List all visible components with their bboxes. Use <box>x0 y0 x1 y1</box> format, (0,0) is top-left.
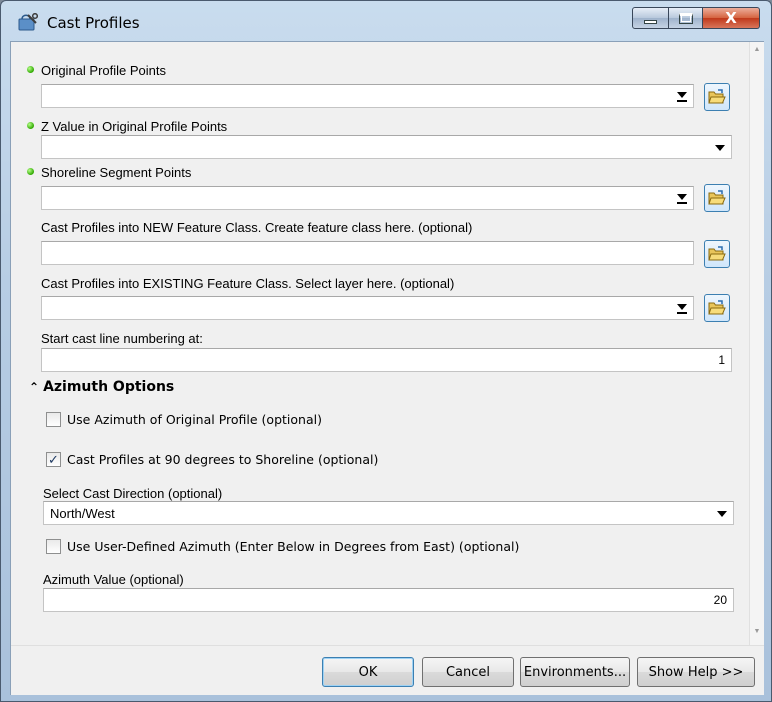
title-bar[interactable]: Cast Profiles X <box>1 1 771 41</box>
close-button[interactable]: X <box>703 7 760 29</box>
use-original-azimuth-label: Use Azimuth of Original Profile (optiona… <box>67 412 322 427</box>
dropdown-arrow-icon[interactable] <box>674 301 690 317</box>
cast-direction-label: Select Cast Direction (optional) <box>43 486 223 501</box>
checkmark-icon: ✓ <box>48 452 59 467</box>
app-icon <box>18 12 39 31</box>
open-folder-icon <box>708 300 726 315</box>
use-user-azimuth-checkbox[interactable] <box>46 539 61 554</box>
required-icon <box>27 168 34 175</box>
dropdown-arrow-icon[interactable] <box>714 506 730 522</box>
dialog-window: Cast Profiles X Original Profile Points <box>0 0 772 702</box>
maximize-button[interactable] <box>669 7 703 29</box>
ok-button[interactable]: OK <box>322 657 414 687</box>
required-icon <box>27 122 34 129</box>
minimize-icon <box>644 20 657 24</box>
browse-existing-feature-class-button[interactable] <box>704 294 730 322</box>
new-feature-class-label: Cast Profiles into NEW Feature Class. Cr… <box>41 220 473 235</box>
shoreline-segment-points-combo[interactable] <box>41 186 694 210</box>
azimuth-options-title: Azimuth Options <box>43 379 175 395</box>
dropdown-arrow-icon[interactable] <box>674 89 690 105</box>
scroll-down-icon[interactable]: ▼ <box>753 628 761 635</box>
new-feature-class-input[interactable] <box>41 241 694 265</box>
existing-feature-class-combo[interactable] <box>41 296 694 320</box>
button-bar: OK Cancel Environments... Show Help >> <box>11 645 764 695</box>
use-user-azimuth-label: Use User-Defined Azimuth (Enter Below in… <box>67 539 520 554</box>
required-icon <box>27 66 34 73</box>
scroll-up-icon[interactable]: ▲ <box>753 46 761 53</box>
open-folder-icon <box>708 89 726 104</box>
dropdown-arrow-icon[interactable] <box>712 140 728 156</box>
open-folder-icon <box>708 246 726 261</box>
use-original-azimuth-checkbox[interactable] <box>46 412 61 427</box>
window-title: Cast Profiles <box>47 14 140 32</box>
shoreline-segment-points-label: Shoreline Segment Points <box>41 165 192 180</box>
parameter-form: Original Profile Points Z Value in Origi… <box>11 42 749 645</box>
environments-button[interactable]: Environments... <box>520 657 630 687</box>
cast-90-degrees-checkbox[interactable]: ✓ <box>46 452 61 467</box>
maximize-icon <box>678 12 693 24</box>
minimize-button[interactable] <box>632 7 669 29</box>
z-value-label: Z Value in Original Profile Points <box>41 119 228 134</box>
open-folder-icon <box>708 190 726 205</box>
browse-new-feature-class-button[interactable] <box>704 240 730 268</box>
azimuth-value-label: Azimuth Value (optional) <box>43 572 184 587</box>
azimuth-options-header[interactable]: ⌃ Azimuth Options <box>29 379 174 395</box>
existing-feature-class-label: Cast Profiles into EXISTING Feature Clas… <box>41 276 455 291</box>
start-numbering-input[interactable]: 1 <box>41 348 732 372</box>
cast-direction-select[interactable]: North/West <box>43 501 734 525</box>
azimuth-value-input[interactable]: 20 <box>43 588 734 612</box>
cast-90-degrees-label: Cast Profiles at 90 degrees to Shoreline… <box>67 452 379 467</box>
start-numbering-label: Start cast line numbering at: <box>41 331 203 346</box>
vertical-scrollbar[interactable]: ▲ ▼ <box>749 42 764 645</box>
client-area: Original Profile Points Z Value in Origi… <box>10 41 764 695</box>
browse-shoreline-button[interactable] <box>704 184 730 212</box>
original-profile-points-label: Original Profile Points <box>41 63 166 78</box>
z-value-combo[interactable] <box>41 135 732 159</box>
original-profile-points-combo[interactable] <box>41 84 694 108</box>
browse-original-profile-button[interactable] <box>704 83 730 111</box>
dropdown-arrow-icon[interactable] <box>674 191 690 207</box>
show-help-button[interactable]: Show Help >> <box>637 657 755 687</box>
close-icon: X <box>725 9 737 27</box>
cancel-button[interactable]: Cancel <box>422 657 514 687</box>
double-chevron-up-icon[interactable]: ⌃ <box>29 380 39 394</box>
